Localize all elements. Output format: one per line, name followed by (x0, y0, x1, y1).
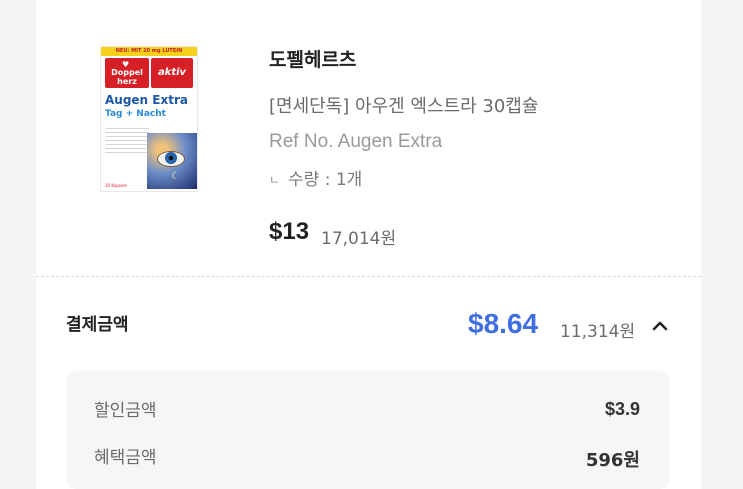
payment-total-krw: 11,314원 (560, 322, 636, 342)
benefit-value: 596원 (585, 450, 640, 471)
product-image[interactable]: NEU: MIT 20 mg LUTEIN ♥ Doppel herz akti… (100, 46, 198, 192)
product-brand[interactable]: 도펠헤르츠 (269, 45, 356, 72)
benefit-label: 혜택금액 (94, 448, 157, 468)
section-divider (36, 276, 701, 277)
product-image-logo-text: Doppel herz (111, 68, 143, 86)
product-price-usd: $13 (269, 218, 310, 245)
order-item-card: NEU: MIT 20 mg LUTEIN ♥ Doppel herz akti… (36, 0, 701, 489)
product-image-logo: ♥ Doppel herz (105, 58, 149, 88)
product-price-krw: 17,014원 (321, 229, 397, 249)
payment-label: 결제금액 (66, 315, 129, 335)
moon-icon: ☾ (171, 171, 180, 182)
discount-value: $3.9 (604, 399, 640, 419)
chevron-up-icon[interactable] (648, 314, 672, 338)
product-quantity: ㄴ 수량 : 1개 (269, 165, 362, 190)
product-image-subtitle: Tag + Nacht (105, 109, 166, 119)
product-image-fine-print (105, 125, 149, 153)
eye-iris (165, 152, 177, 164)
product-image-footer: 30 Kapseln (105, 183, 128, 188)
quantity-marker: ㄴ (269, 173, 281, 187)
payment-detail-box: 할인금액 $3.9 혜택금액 596원 (66, 371, 670, 489)
product-ref-no: Ref No. Augen Extra (269, 131, 443, 152)
product-image-title: Augen Extra (105, 93, 188, 107)
product-image-top-band: NEU: MIT 20 mg LUTEIN (101, 47, 197, 56)
payment-total-usd: $8.64 (468, 308, 539, 339)
product-name[interactable]: [면세단독] 아우겐 엑스트라 30캡슐 (269, 92, 538, 118)
quantity-text: 수량 : 1개 (288, 170, 363, 190)
discount-label: 할인금액 (94, 401, 157, 421)
product-image-badge: aktiv (151, 58, 193, 88)
